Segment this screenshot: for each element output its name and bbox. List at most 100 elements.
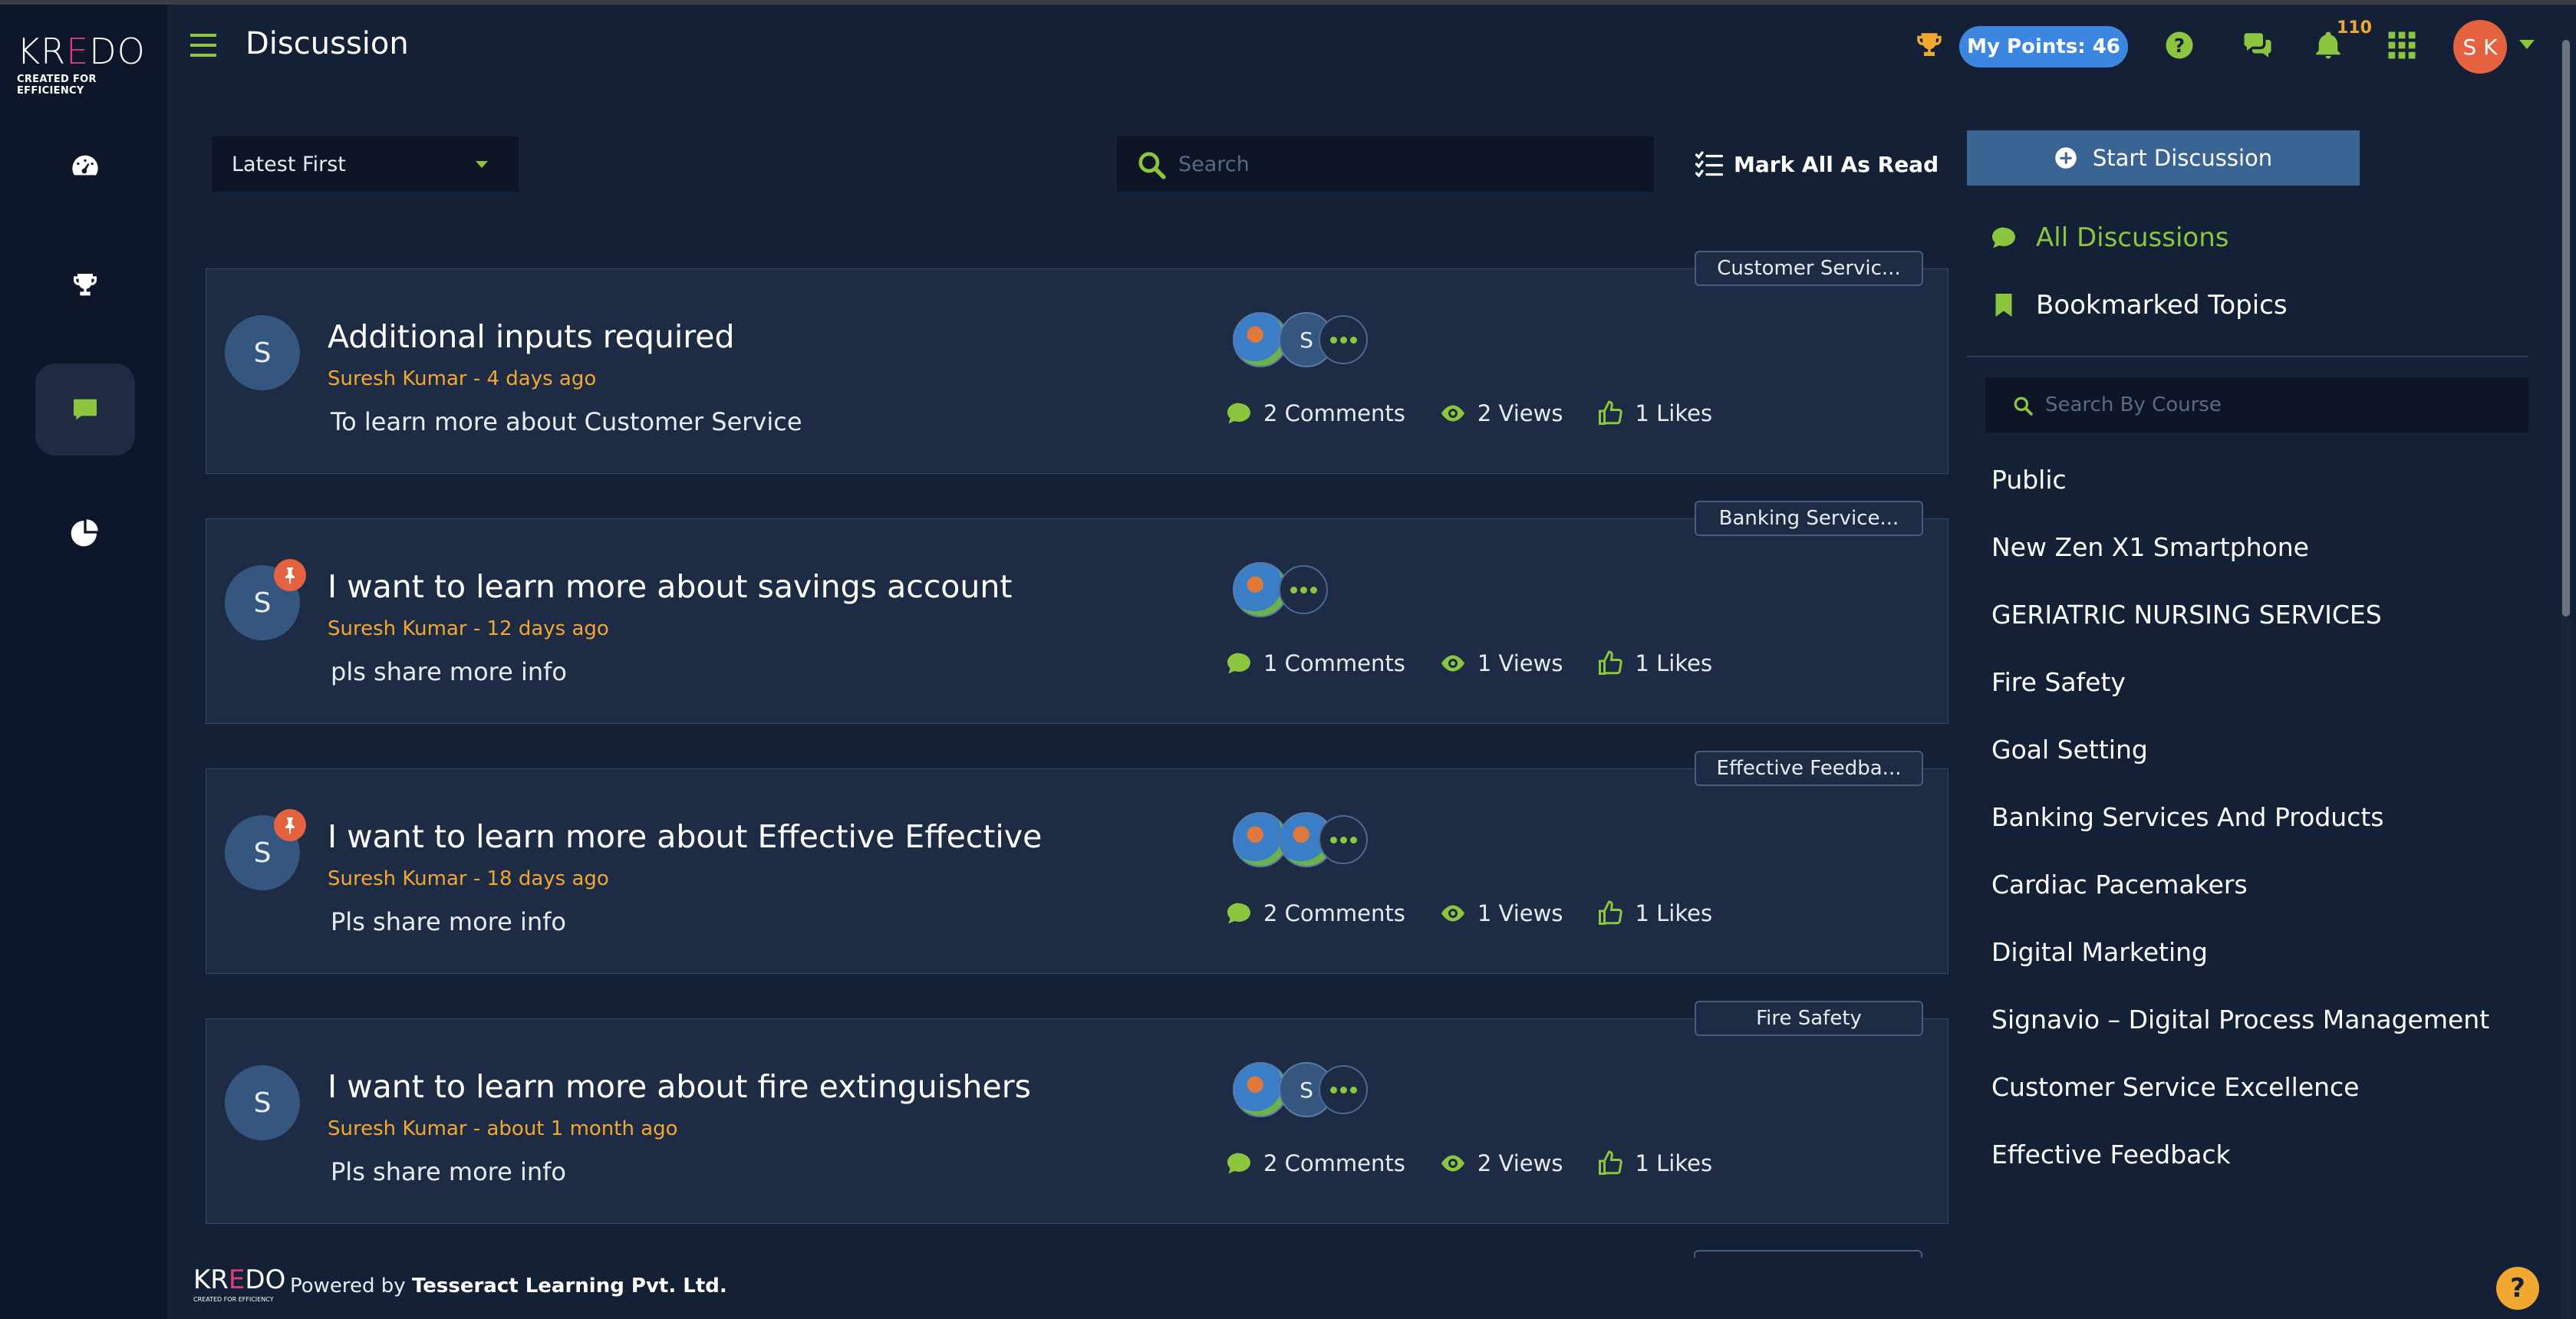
comments-stat[interactable]: 1 Comments <box>1225 650 1405 677</box>
left-sidebar: KREDO CREATED FOR EFFICIENCY <box>0 5 167 1319</box>
views-count: 1 Views <box>1477 650 1563 676</box>
search-icon <box>1138 152 1166 179</box>
discussion-title[interactable]: I want to learn more about fire extingui… <box>328 1068 1031 1105</box>
mark-all-read-button[interactable]: Mark All As Read <box>1695 146 1939 183</box>
my-points-badge[interactable]: My Points: 46 <box>1959 26 2128 67</box>
thumbs-up-icon <box>1599 1150 1623 1175</box>
next-card-tag-partial <box>1694 1250 1922 1258</box>
likes-stat[interactable]: 1 Likes <box>1596 900 1712 927</box>
search-input[interactable] <box>1178 152 1623 176</box>
start-discussion-button[interactable]: Start Discussion <box>1967 130 2360 186</box>
user-avatar[interactable]: S K <box>2453 20 2507 74</box>
company-name: Tesseract Learning Pvt. Ltd. <box>411 1275 727 1298</box>
dashboard-gauge-icon <box>72 155 98 176</box>
course-tag[interactable]: Effective Feedba... <box>1695 751 1923 786</box>
discussion-title[interactable]: Additional inputs required <box>328 318 735 355</box>
discussion-description: Pls share more info <box>331 1157 566 1186</box>
trophy-icon <box>74 274 97 296</box>
notification-count: 110 <box>2337 18 2372 38</box>
likes-count: 1 Likes <box>1635 400 1713 426</box>
bookmarked-topics-link[interactable]: Bookmarked Topics <box>1990 290 2288 321</box>
apps-grid-icon[interactable] <box>2383 26 2421 64</box>
course-item[interactable]: Cardiac Pacemakers <box>1991 870 2248 900</box>
powered-by-label: Powered by <box>290 1275 406 1298</box>
discussion-meta: Suresh Kumar - about 1 month ago <box>328 1117 678 1140</box>
course-tag[interactable]: Customer Servic... <box>1695 251 1923 286</box>
course-item[interactable]: Fire Safety <box>1991 667 2126 697</box>
thumbs-up-icon <box>1599 900 1623 925</box>
bookmarked-topics-label: Bookmarked Topics <box>2036 290 2288 321</box>
likes-stat[interactable]: 1 Likes <box>1596 650 1712 677</box>
discussion-card[interactable]: Banking Service... S I want to learn mor… <box>206 501 1948 724</box>
comment-icon <box>1227 903 1250 924</box>
sort-selected-value: Latest First <box>232 152 346 176</box>
scrollbar-thumb[interactable] <box>2562 40 2570 617</box>
comments-stat[interactable]: 2 Comments <box>1225 400 1405 427</box>
eye-icon <box>1441 905 1464 922</box>
chevron-down-icon[interactable] <box>2519 40 2535 49</box>
sidebar-item-dashboard[interactable] <box>35 120 135 212</box>
discussion-stats: 1 Comments 1 Views 1 Likes <box>1225 650 1712 677</box>
comments-stat[interactable]: 2 Comments <box>1225 900 1405 927</box>
more-participants-icon[interactable] <box>1319 1065 1368 1114</box>
sidebar-item-leaderboard[interactable] <box>35 239 135 331</box>
sidebar-item-reports[interactable] <box>35 486 135 578</box>
course-item[interactable]: Customer Service Excellence <box>1991 1072 2359 1102</box>
logo-tagline: CREATED FOR EFFICIENCY <box>17 74 97 97</box>
thumbs-up-icon <box>1599 650 1623 675</box>
discussion-card[interactable]: Fire Safety S I want to learn more about… <box>206 1001 1948 1224</box>
author-avatar: S <box>225 1065 300 1140</box>
course-tag[interactable]: Banking Service... <box>1695 501 1923 536</box>
course-item[interactable]: Effective Feedback <box>1991 1140 2231 1169</box>
comment-icon <box>1992 227 2015 248</box>
hamburger-menu-icon[interactable] <box>190 34 216 57</box>
trophy-icon[interactable] <box>1910 26 1948 64</box>
discussion-meta: Suresh Kumar - 4 days ago <box>328 367 597 390</box>
course-item[interactable]: GERIATRIC NURSING SERVICES <box>1991 600 2382 630</box>
messages-icon[interactable] <box>2238 26 2277 64</box>
course-item[interactable]: Banking Services And Products <box>1991 802 2383 832</box>
more-participants-icon[interactable] <box>1319 815 1368 864</box>
comments-stat[interactable]: 2 Comments <box>1225 1150 1405 1177</box>
footer-logo-tagline: CREATED FOR EFFICIENCY <box>193 1296 274 1303</box>
discussion-stats: 2 Comments 2 Views 1 Likes <box>1225 400 1712 427</box>
likes-count: 1 Likes <box>1635 900 1713 926</box>
discussion-title[interactable]: I want to learn more about Effective Eff… <box>328 818 1042 855</box>
sidebar-item-discussion[interactable] <box>35 363 135 456</box>
course-item[interactable]: Signavio – Digital Process Management <box>1991 1005 2489 1034</box>
likes-stat[interactable]: 1 Likes <box>1596 400 1712 427</box>
discussion-title[interactable]: I want to learn more about savings accou… <box>328 568 1012 605</box>
mark-all-read-label: Mark All As Read <box>1734 151 1939 177</box>
discussion-search[interactable] <box>1117 137 1654 192</box>
kredo-logo[interactable]: KREDO CREATED FOR EFFICIENCY <box>17 34 155 97</box>
views-stat: 1 Views <box>1439 650 1563 677</box>
course-item[interactable]: New Zen X1 Smartphone <box>1991 532 2309 562</box>
views-count: 2 Views <box>1477 1150 1563 1176</box>
course-item[interactable]: Goal Setting <box>1991 735 2148 765</box>
course-item[interactable]: Public <box>1991 465 2067 495</box>
all-discussions-link[interactable]: All Discussions <box>1990 222 2228 253</box>
sort-dropdown[interactable]: Latest First <box>212 137 519 192</box>
course-search[interactable] <box>1985 377 2528 433</box>
comments-count: 2 Comments <box>1263 900 1405 926</box>
discussion-description: pls share more info <box>331 657 567 686</box>
help-fab-button[interactable]: ? <box>2496 1267 2539 1310</box>
discussion-card[interactable]: Customer Servic... S Additional inputs r… <box>206 251 1948 474</box>
comment-icon <box>1227 653 1250 674</box>
views-stat: 2 Views <box>1439 1150 1563 1177</box>
start-discussion-label: Start Discussion <box>2092 145 2273 171</box>
more-participants-icon[interactable] <box>1319 315 1368 364</box>
course-search-input[interactable] <box>2045 393 2505 416</box>
discussion-meta: Suresh Kumar - 18 days ago <box>328 867 609 890</box>
footer-kredo-logo: KREDO CREATED FOR EFFICIENCY <box>193 1267 285 1303</box>
course-item[interactable]: Digital Marketing <box>1991 937 2208 967</box>
search-icon <box>2014 396 2033 416</box>
course-tag[interactable]: Fire Safety <box>1695 1001 1923 1036</box>
likes-stat[interactable]: 1 Likes <box>1596 1150 1712 1177</box>
more-participants-icon[interactable] <box>1279 565 1328 614</box>
discussion-card[interactable]: Effective Feedba... S I want to learn mo… <box>206 751 1948 974</box>
pin-icon <box>274 809 306 841</box>
pin-icon <box>274 559 306 591</box>
help-icon[interactable]: ? <box>2160 26 2199 64</box>
chat-bubble-icon <box>74 399 97 420</box>
